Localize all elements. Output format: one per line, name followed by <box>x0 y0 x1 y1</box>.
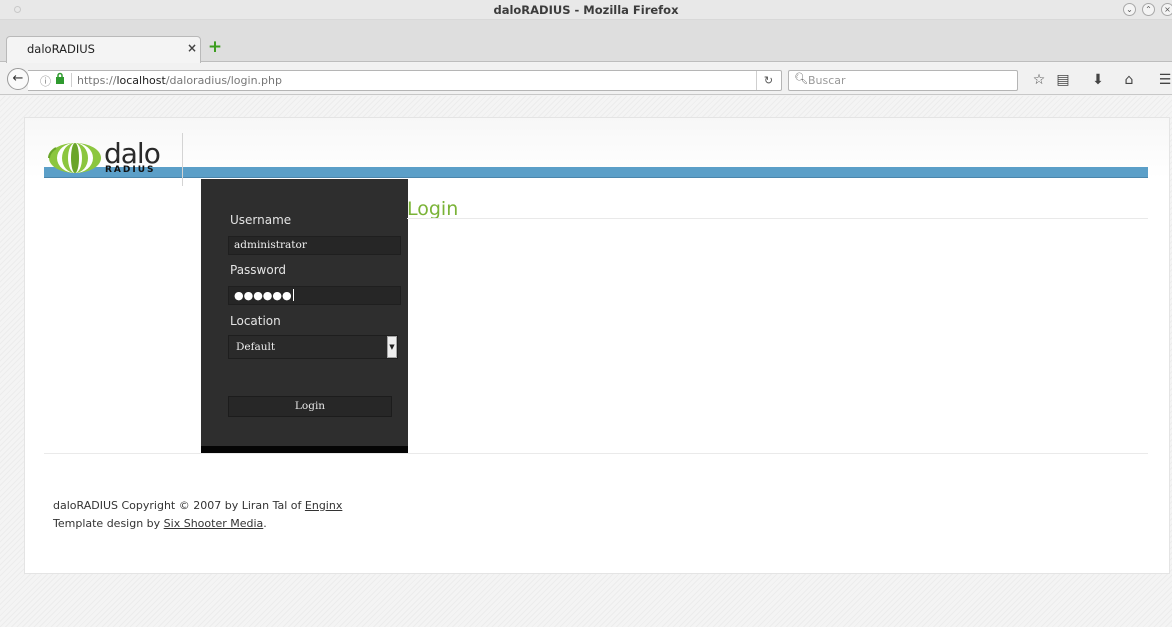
six-shooter-media-link[interactable]: Six Shooter Media <box>164 517 264 530</box>
logo-subtitle: RADIUS <box>105 165 156 175</box>
home-icon[interactable]: ⌂ <box>1120 72 1138 88</box>
maximize-button[interactable]: ⌃ <box>1142 3 1155 16</box>
chevron-down-icon[interactable]: ▼ <box>387 336 397 358</box>
password-label: Password <box>230 263 287 277</box>
footer-template-credit: Template design by Six Shooter Media. <box>53 517 267 530</box>
hamburger-menu-icon[interactable]: ☰ <box>1156 72 1172 88</box>
password-field[interactable]: ●●●●●● <box>228 286 401 305</box>
reload-icon[interactable]: ↻ <box>756 71 780 90</box>
location-label: Location <box>230 314 281 328</box>
bookmarks-list-icon[interactable]: ▤ <box>1054 72 1072 88</box>
logo-divider <box>182 133 183 186</box>
text-caret <box>292 289 294 301</box>
login-button[interactable]: Login <box>228 396 392 417</box>
footer-divider <box>44 453 1148 454</box>
search-icon: 🔍︎ <box>794 72 808 85</box>
close-tab-icon[interactable]: × <box>187 41 197 55</box>
url-separator <box>71 73 72 87</box>
back-arrow-icon[interactable]: ← <box>7 68 29 90</box>
download-icon[interactable]: ⬇ <box>1089 72 1107 88</box>
page-title: Login <box>407 198 459 220</box>
url-text[interactable]: https://localhost/daloradius/login.php <box>77 74 282 87</box>
minimize-button[interactable]: ⌄ <box>1123 3 1136 16</box>
title-divider <box>407 218 1148 219</box>
password-mask: ●●●●●● <box>234 289 292 302</box>
lock-icon[interactable] <box>55 72 65 87</box>
daloradius-logo-icon <box>48 143 101 173</box>
tab-daloradius[interactable]: daloRADIUS × <box>6 36 201 63</box>
window-title: daloRADIUS - Mozilla Firefox <box>493 3 679 17</box>
star-icon[interactable]: ☆ <box>1030 72 1048 88</box>
info-icon[interactable]: ⓘ <box>40 73 51 89</box>
close-window-button[interactable]: × <box>1161 3 1172 16</box>
search-placeholder: Buscar <box>808 74 846 87</box>
tab-title: daloRADIUS <box>27 42 95 56</box>
enginx-link[interactable]: Enginx <box>305 499 342 512</box>
username-label: Username <box>230 213 292 227</box>
username-field[interactable]: administrator <box>228 236 401 255</box>
new-tab-button[interactable]: + <box>206 38 224 56</box>
footer-copyright: daloRADIUS Copyright © 2007 by Liran Tal… <box>53 499 343 512</box>
location-select[interactable]: Default <box>228 335 398 359</box>
header-blue-bar <box>44 167 1148 178</box>
